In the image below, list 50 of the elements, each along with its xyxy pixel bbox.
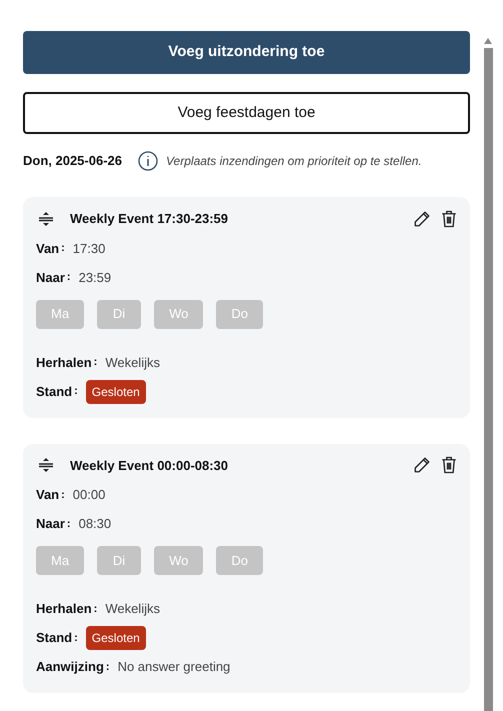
field-separator: :	[61, 241, 65, 256]
field-value: Wekelijks	[105, 600, 160, 618]
status-badge: Gesloten	[86, 626, 146, 650]
info-icon	[138, 151, 158, 171]
day-toggle[interactable]: Do	[216, 300, 263, 328]
field-value: 08:30	[78, 515, 112, 534]
field-separator: :	[74, 630, 78, 646]
field-label: Naar	[36, 515, 65, 534]
status-badge: Gesloten	[86, 380, 146, 404]
day-toggle[interactable]: Wo	[154, 300, 204, 328]
field-label: Stand	[36, 629, 72, 648]
event-title: Weekly Event 17:30-23:59	[70, 210, 228, 228]
field-separator: :	[94, 602, 98, 617]
date-label: Don, 2025-06-26	[23, 152, 122, 170]
field-separator: :	[74, 384, 78, 400]
day-toggle[interactable]: Do	[216, 546, 263, 575]
delete-icon[interactable]	[441, 456, 457, 474]
delete-icon[interactable]	[441, 210, 457, 228]
hint-text: Verplaats inzendingen om prioriteit op te stellen.	[166, 153, 422, 170]
edit-icon[interactable]	[413, 456, 431, 474]
drag-handle-icon[interactable]	[38, 458, 54, 472]
add-holidays-button[interactable]: Voeg feestdagen toe	[23, 92, 470, 134]
field-separator: :	[106, 660, 110, 675]
field-value: Wekelijks	[105, 354, 160, 372]
field-value: 00:00	[72, 486, 106, 504]
field-value: 23:59	[78, 268, 112, 287]
field-label: Herhalen	[36, 354, 92, 372]
day-toggle[interactable]: Ma	[36, 300, 84, 328]
field-value: 17:30	[72, 240, 106, 258]
field-label: Van	[36, 240, 60, 258]
day-toggle[interactable]: Di	[97, 546, 142, 575]
edit-icon[interactable]	[413, 210, 431, 228]
field-separator: :	[94, 355, 98, 370]
field-label: Naar	[36, 268, 65, 287]
event-title: Weekly Event 00:00-08:30	[70, 456, 228, 475]
field-label: Van	[36, 486, 60, 504]
scroll-up-icon[interactable]	[484, 38, 492, 44]
drag-handle-icon[interactable]	[38, 212, 54, 226]
field-label: Aanwijzing	[36, 658, 104, 676]
add-exception-button[interactable]: Voeg uitzondering toe	[23, 31, 470, 74]
day-toggle[interactable]: Wo	[154, 546, 204, 575]
day-toggle[interactable]: Ma	[36, 546, 84, 575]
field-separator: :	[66, 516, 71, 532]
scrollbar-thumb[interactable]	[484, 48, 492, 711]
field-separator: :	[61, 488, 65, 503]
field-label: Herhalen	[36, 600, 92, 618]
field-separator: :	[66, 270, 71, 286]
field-label: Stand	[36, 382, 72, 401]
day-toggle[interactable]: Di	[97, 300, 142, 328]
field-value: No answer greeting	[118, 658, 230, 676]
